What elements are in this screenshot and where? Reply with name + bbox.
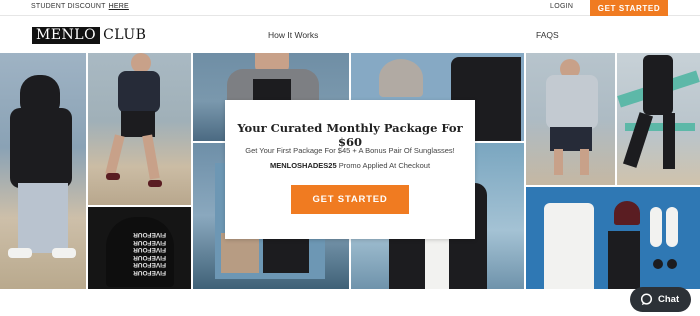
promo-code-line: MENLOSHADES25 Promo Applied At Checkout [225,161,475,170]
nav-link-faqs[interactable]: FAQS [536,30,559,40]
header-get-started-button[interactable]: GET STARTED [590,0,668,16]
chat-label: Chat [658,294,680,305]
top-bar: STUDENT DISCOUNT HERE LOGIN GET STARTED [0,0,700,16]
nav-link-how-it-works[interactable]: How It Works [268,30,318,40]
student-discount-link[interactable]: HERE [109,3,129,10]
photo-man-lifeguard-tower [617,53,700,185]
photo-fivefour-hoodie: FIVEFOUR FIVEFOUR FIVEFOUR FIVEFOUR FIVE… [88,207,191,289]
photo-man-hoodie-shorts [526,53,615,185]
chat-widget-button[interactable]: Chat [630,287,691,312]
main-nav: MENLO CLUB How It Works FAQS [0,17,700,53]
photo-man-hoodie-beach [0,53,86,289]
photo-man-running-beach [88,53,191,205]
promo-card: Your Curated Monthly Package For $60 Get… [225,100,475,239]
promo-code: MENLOSHADES25 [269,161,337,170]
promo-code-suffix: Promo Applied At Checkout [336,161,431,170]
fivefour-print-text: FIVEFOUR FIVEFOUR FIVEFOUR FIVEFOUR FIVE… [133,231,166,277]
chat-bubble-icon [640,293,653,306]
student-discount-promo: STUDENT DISCOUNT HERE [31,3,129,10]
menlo-club-logo[interactable]: MENLO CLUB [32,27,146,44]
student-discount-text: STUDENT DISCOUNT [31,3,106,10]
promo-subtitle: Get Your First Package For $45 + A Bonus… [245,146,455,155]
promo-get-started-button[interactable]: GET STARTED [291,185,409,214]
logo-rest-text: CLUB [103,27,147,43]
logo-boxed-text: MENLO [32,27,101,44]
promo-title: Your Curated Monthly Package For $60 [237,121,463,149]
photo-white-jacket-flatlay [526,187,700,289]
login-link[interactable]: LOGIN [550,3,573,10]
